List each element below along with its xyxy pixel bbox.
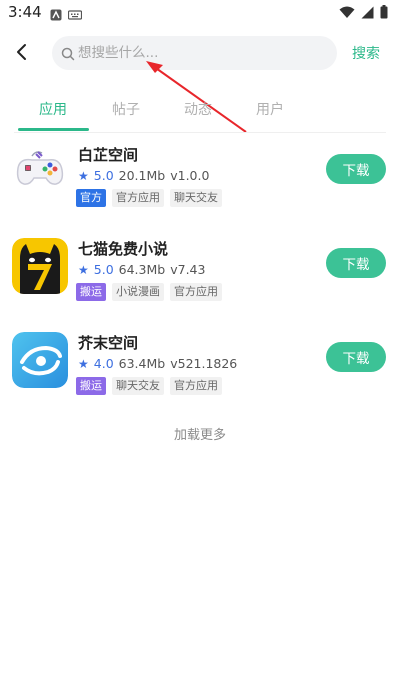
search-icon <box>61 46 75 61</box>
app-list-item[interactable]: 白芷空间 ★ 5.0 20.1Mb v1.0.0 官方 官方应用 聊天交友 下载 <box>0 144 400 228</box>
wifi-icon <box>339 4 355 23</box>
gamepad-icon <box>12 144 68 200</box>
app-version: v7.43 <box>170 262 206 277</box>
star-icon: ★ <box>78 262 89 277</box>
tab-users[interactable]: 用户 <box>256 99 284 119</box>
load-more-button[interactable]: 加载更多 <box>0 424 400 443</box>
app-tags: 官方 官方应用 聊天交友 <box>76 189 222 207</box>
tabs-divider <box>14 132 386 133</box>
tag: 聊天交友 <box>170 189 222 207</box>
search-box[interactable] <box>52 36 337 70</box>
active-tab-indicator <box>18 128 89 131</box>
app-size: 64.3Mb <box>118 262 166 277</box>
app-version: v1.0.0 <box>170 168 210 183</box>
app-list-item[interactable]: 芥末空间 ★ 4.0 63.4Mb v521.1826 搬运 聊天交友 官方应用… <box>0 332 400 416</box>
tag-official: 官方 <box>76 189 106 207</box>
app-meta: ★ 5.0 64.3Mb v7.43 <box>78 262 205 277</box>
app-meta: ★ 5.0 20.1Mb v1.0.0 <box>78 168 209 183</box>
app-rating: 5.0 <box>93 168 114 183</box>
tab-apps[interactable]: 应用 <box>39 99 67 119</box>
status-bar: 3:44 <box>0 0 400 26</box>
app-size: 63.4Mb <box>118 356 166 371</box>
download-button[interactable]: 下载 <box>326 154 386 184</box>
tab-activity[interactable]: 动态 <box>184 99 212 119</box>
tag-ported: 搬运 <box>76 377 106 395</box>
star-icon: ★ <box>78 168 89 183</box>
back-arrow-icon <box>17 44 26 60</box>
app-name: 七猫免费小说 <box>78 240 169 258</box>
eye-swirl-icon <box>12 332 68 388</box>
tag: 官方应用 <box>170 377 222 395</box>
app-meta: ★ 4.0 63.4Mb v521.1826 <box>78 356 237 371</box>
tag: 官方应用 <box>112 189 164 207</box>
download-button[interactable]: 下载 <box>326 342 386 372</box>
search-input[interactable] <box>78 36 328 70</box>
search-button[interactable]: 搜索 <box>352 43 380 63</box>
app-name: 白芷空间 <box>78 146 139 164</box>
keyboard-icon <box>67 6 83 20</box>
tag: 小说漫画 <box>112 283 164 301</box>
status-icons <box>339 4 388 23</box>
download-button[interactable]: 下载 <box>326 248 386 278</box>
tab-posts[interactable]: 帖子 <box>112 99 140 119</box>
category-tabs: 应用 帖子 动态 用户 <box>0 94 400 132</box>
tag-ported: 搬运 <box>76 283 106 301</box>
app-tags: 搬运 聊天交友 官方应用 <box>76 377 222 395</box>
app-version: v521.1826 <box>170 356 238 371</box>
tag: 聊天交友 <box>112 377 164 395</box>
app-rating: 5.0 <box>93 262 114 277</box>
black-cat-seven-icon <box>12 238 68 294</box>
signal-icon <box>361 4 374 23</box>
star-icon: ★ <box>78 356 89 371</box>
app-name: 芥末空间 <box>78 334 139 352</box>
search-header: 搜索 <box>0 30 400 76</box>
tag: 官方应用 <box>170 283 222 301</box>
back-button[interactable] <box>10 38 32 66</box>
battery-icon <box>380 4 388 23</box>
status-time: 3:44 <box>8 3 42 21</box>
app-list-item[interactable]: 七猫免费小说 ★ 5.0 64.3Mb v7.43 搬运 小说漫画 官方应用 下… <box>0 238 400 322</box>
app-rating: 4.0 <box>93 356 114 371</box>
app-size: 20.1Mb <box>118 168 166 183</box>
app-tags: 搬运 小说漫画 官方应用 <box>76 283 222 301</box>
notification-a-icon <box>50 6 62 21</box>
